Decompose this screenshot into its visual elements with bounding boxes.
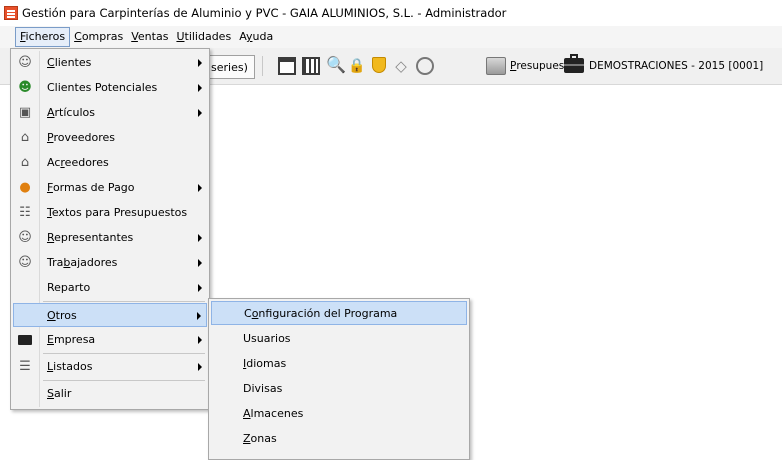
menu-item-reparto[interactable]: Reparto	[13, 276, 207, 300]
menu-compras[interactable]: Compras	[70, 27, 127, 47]
menu-ayuda[interactable]: Ayuda	[235, 27, 277, 47]
app-icon	[4, 6, 18, 20]
submenu-item-idiomas[interactable]: Idiomas	[211, 352, 467, 376]
window-title: Gestión para Carpinterías de Aluminio y …	[22, 6, 507, 20]
menu-bar: Ficheros Compras Ventas Utilidades Ayuda	[0, 26, 782, 48]
menu-item-otros[interactable]: Otros	[13, 303, 207, 327]
shield-icon[interactable]	[372, 57, 386, 73]
submenu-arrow-icon	[198, 284, 202, 292]
submenu-arrow-icon	[198, 109, 202, 117]
submenu-arrow-icon	[198, 336, 202, 344]
otros-submenu: Configuración del Programa Usuarios Idio…	[208, 298, 470, 460]
menu-item-clientes[interactable]: ☺ Clientes	[13, 51, 207, 75]
calculator-icon[interactable]	[302, 57, 320, 75]
menu-item-trabajadores[interactable]: ☺ Trabajadores	[13, 251, 207, 275]
globe-icon[interactable]	[416, 57, 434, 75]
agent-icon: ☺	[18, 230, 32, 245]
submenu-arrow-icon	[198, 84, 202, 92]
menu-item-acreedores[interactable]: ⌂ Acreedores	[13, 151, 207, 175]
submenu-item-zonas[interactable]: Zonas	[211, 427, 467, 451]
wrench-icon[interactable]: 🔍	[326, 57, 346, 75]
menu-item-textos-presupuestos[interactable]: ☷ Textos para Presupuestos	[13, 201, 207, 225]
budget-icon[interactable]	[486, 57, 506, 75]
briefcase-icon	[17, 332, 33, 348]
menu-item-clientes-potenciales[interactable]: ☻ Clientes Potenciales	[13, 76, 207, 100]
menu-item-formas-de-pago[interactable]: ● Formas de Pago	[13, 176, 207, 200]
coin-icon: ●	[19, 180, 31, 195]
submenu-item-divisas[interactable]: Divisas	[211, 377, 467, 401]
company-selector[interactable]: DEMOSTRACIONES - 2015 [0001]	[589, 55, 763, 77]
creditor-icon: ⌂	[20, 155, 30, 170]
submenu-arrow-icon	[198, 259, 202, 267]
submenu-arrow-icon	[198, 59, 202, 67]
submenu-arrow-icon	[197, 312, 201, 320]
submenu-arrow-icon	[198, 184, 202, 192]
menu-utilidades[interactable]: Utilidades	[172, 27, 235, 47]
menu-ficheros[interactable]: Ficheros	[15, 27, 71, 47]
lock-icon[interactable]: 🔒	[348, 57, 366, 75]
submenu-arrow-icon	[198, 234, 202, 242]
menu-item-salir[interactable]: Salir	[13, 382, 207, 406]
menu-ventas[interactable]: Ventas	[127, 27, 172, 47]
menu-item-listados[interactable]: ☰ Listados	[13, 355, 207, 379]
menu-item-articulos[interactable]: ▣ Artículos	[13, 101, 207, 125]
truck-icon: ⌂	[20, 130, 30, 145]
ficheros-dropdown: ☺ Clientes ☻ Clientes Potenciales ▣ Artí…	[10, 48, 210, 410]
report-icon: ☰	[19, 359, 31, 374]
menu-item-representantes[interactable]: ☺ Representantes	[13, 226, 207, 250]
briefcase-icon	[564, 54, 584, 73]
person-icon: ☺	[18, 55, 32, 70]
toolbar-separator	[262, 56, 263, 76]
menu-separator	[43, 353, 205, 354]
submenu-item-configuracion[interactable]: Configuración del Programa	[211, 301, 467, 325]
title-bar: Gestión para Carpinterías de Aluminio y …	[0, 0, 782, 26]
submenu-item-usuarios[interactable]: Usuarios	[211, 327, 467, 351]
menu-separator	[43, 380, 205, 381]
worker-icon: ☺	[18, 255, 32, 270]
menu-item-proveedores[interactable]: ⌂ Proveedores	[13, 126, 207, 150]
cube-icon: ▣	[18, 105, 32, 120]
menu-separator	[43, 301, 205, 302]
submenu-item-almacenes[interactable]: Almacenes	[211, 402, 467, 426]
disk-icon[interactable]: ◇	[392, 57, 410, 75]
texts-icon: ☷	[19, 205, 31, 220]
window-icon[interactable]	[278, 57, 296, 75]
series-button[interactable]: series)	[206, 55, 255, 79]
green-person-icon: ☻	[18, 80, 32, 95]
menu-item-empresa[interactable]: Empresa	[13, 328, 207, 352]
submenu-arrow-icon	[198, 363, 202, 371]
